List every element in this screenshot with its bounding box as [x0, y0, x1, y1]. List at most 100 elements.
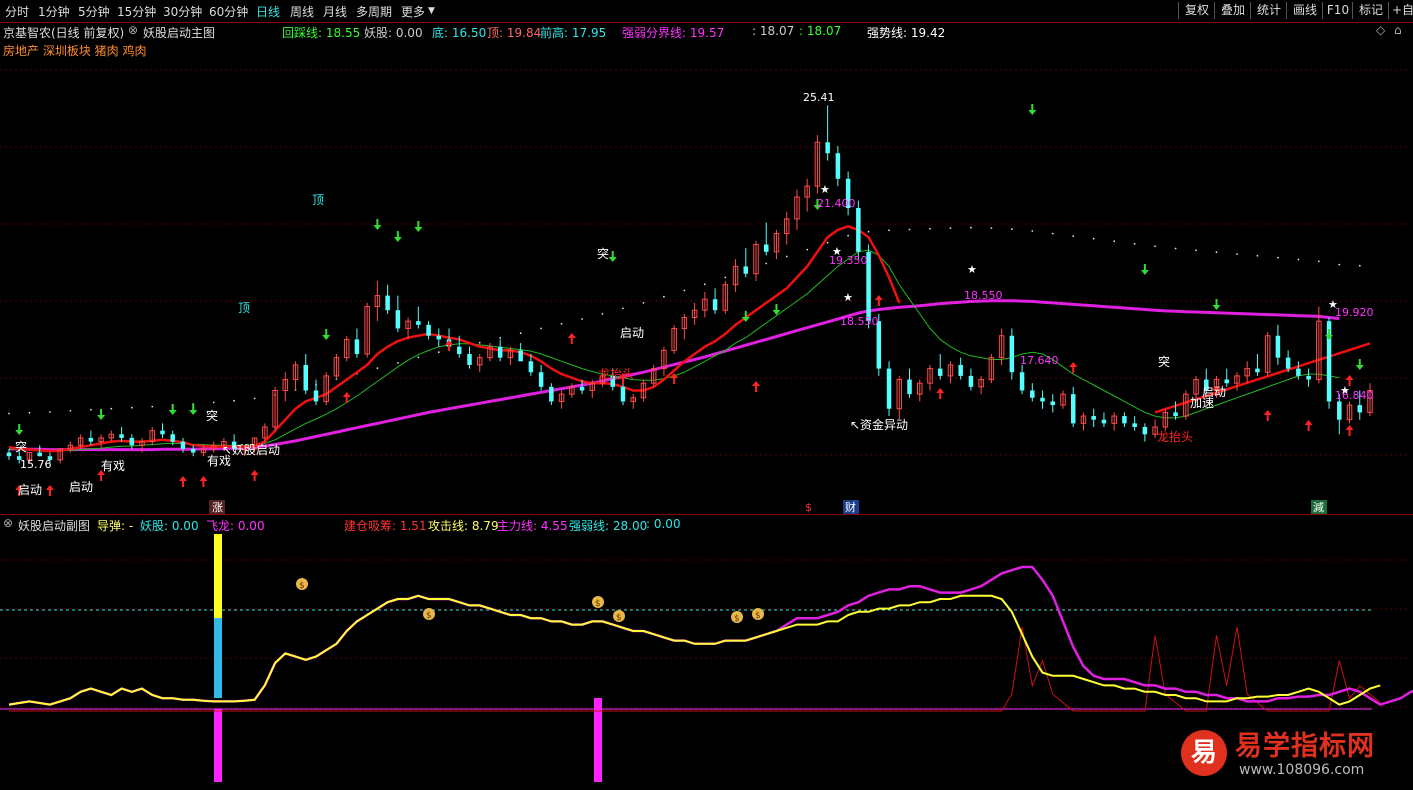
candle-body-down — [1019, 372, 1025, 391]
candle-body-down — [1326, 321, 1332, 402]
strength-dot — [110, 407, 113, 410]
star-marker-icon: ★ — [967, 263, 977, 276]
strength-dot — [151, 405, 154, 408]
strength-dot — [929, 227, 931, 230]
draw-line-button[interactable]: 画线 — [1286, 2, 1323, 19]
period-tab-30min[interactable]: 30分钟 — [163, 3, 202, 20]
candle-body-up — [487, 346, 493, 359]
candle-body-up — [661, 349, 667, 370]
concept-tags: 房地产 深圳板块 猪肉 鸡肉 — [3, 44, 147, 58]
strength-dot — [744, 269, 747, 272]
main-indicator-name[interactable]: 妖股启动主图 — [143, 24, 215, 41]
buy-arrow-icon — [178, 476, 187, 487]
period-tab-60min[interactable]: 60分钟 — [209, 3, 248, 20]
period-tab-intraday[interactable]: 分时 — [5, 3, 29, 20]
strength-dot — [1113, 240, 1116, 243]
annotation-top-2: 顶 — [238, 301, 250, 315]
add-watchlist-button[interactable]: +自选 — [1388, 2, 1413, 19]
candle-body-up — [405, 320, 411, 329]
strength-dot — [949, 227, 952, 230]
strength-dot — [601, 313, 604, 315]
more-dropdown-icon[interactable]: ▼ — [428, 6, 435, 16]
candle-body-down — [712, 299, 718, 311]
candle-body-up — [1367, 390, 1373, 413]
candle-body-down — [16, 456, 22, 460]
strength-dot — [1154, 245, 1156, 248]
main-panel-collapse-icon[interactable]: ⌂ — [1394, 23, 1402, 37]
candle-body-down — [436, 335, 442, 340]
candle-body-down — [528, 361, 534, 373]
candle-body-down — [395, 310, 401, 329]
candle-body-up — [98, 437, 104, 443]
candle-body-down — [866, 251, 871, 322]
overlay-button[interactable]: 叠加 — [1214, 2, 1251, 19]
stock-title: 京基智农(日线 前复权) — [3, 26, 125, 40]
strength-dot — [1358, 264, 1361, 267]
period-tab-monthly[interactable]: 月线 — [323, 3, 347, 20]
sub-indicator-toggle-icon[interactable]: ⊗ — [3, 516, 13, 530]
period-tab-15min[interactable]: 15分钟 — [117, 3, 156, 20]
period-tab-weekly[interactable]: 周线 — [290, 3, 314, 20]
star-marker-icon: ★ — [820, 183, 830, 196]
period-tab-1min[interactable]: 1分钟 — [38, 3, 70, 20]
candle-body-down — [1255, 368, 1260, 373]
strength-dot — [540, 327, 542, 330]
annotation-dragon-1: 龙抬头 — [598, 367, 634, 381]
candle-body-down — [180, 441, 186, 449]
candle-body-up — [1060, 393, 1066, 406]
annotation-break-2: 突 — [206, 408, 218, 423]
candle-body-up — [1234, 375, 1240, 384]
candle-body-down — [825, 142, 830, 154]
site-watermark: 易 易学指标网 www.108096.com — [1175, 718, 1413, 790]
candle-body-up — [988, 357, 995, 381]
period-tab-multi[interactable]: 多周期 — [356, 3, 392, 20]
candle-body-down — [129, 437, 135, 446]
sell-arrow-icon — [608, 251, 617, 262]
candle-body-down — [743, 266, 749, 274]
annotation-break-3: 突 — [597, 246, 609, 261]
annotation-accelerate: 加速 — [1190, 396, 1214, 410]
strength-dot — [28, 411, 31, 414]
strength-dot — [90, 408, 92, 411]
sub-item-6: 强弱线: 28.00 — [569, 519, 648, 533]
candle-body-up — [1111, 415, 1117, 424]
sub-indicator-name[interactable]: 妖股启动副图 — [18, 517, 90, 534]
sell-arrow-icon — [813, 199, 822, 210]
candle-body-down — [88, 437, 94, 442]
kline-chart[interactable]: 25.41 15.76 21.400 19.350 18.550 18.550 17.640… — [0, 0, 1413, 790]
candle-body-down — [37, 452, 42, 457]
statistics-button[interactable]: 统计 — [1250, 2, 1287, 19]
candle-body-up — [108, 433, 115, 439]
strength-dot — [1133, 242, 1136, 245]
candle-body-down — [538, 372, 544, 387]
period-tab-more[interactable]: 更多 — [401, 3, 425, 20]
mark-button[interactable]: 标记 — [1352, 2, 1389, 19]
strength-dot — [1317, 260, 1320, 263]
trend-line-a-shadow — [9, 226, 899, 451]
sell-arrow-icon — [741, 311, 750, 322]
money-bag-sign: $ — [755, 611, 761, 621]
candle-body-down — [354, 339, 360, 354]
candle-body-up — [916, 382, 923, 395]
strength-dot — [499, 337, 502, 339]
money-bag-icon — [752, 608, 764, 620]
strength-dot — [274, 394, 276, 396]
annotation-start-4: 启动 — [1202, 385, 1226, 399]
strength-dot — [990, 227, 993, 230]
candle-body-up — [282, 379, 289, 391]
period-tab-5min[interactable]: 5分钟 — [78, 3, 110, 20]
main-indicator-toggle-icon[interactable]: ⊗ — [128, 23, 138, 37]
candle-body-up — [26, 452, 33, 461]
sell-arrow-icon — [1355, 359, 1364, 370]
restore-right-button[interactable]: 复权 — [1178, 2, 1215, 19]
candle-body-up — [1152, 426, 1158, 435]
main-item-2: 底: 16.50 — [432, 26, 487, 40]
period-tab-daily[interactable]: 日线 — [256, 3, 280, 20]
price-label-5: 18.550 — [964, 289, 1003, 302]
trend-line-a — [8, 224, 901, 453]
money-bag-icon — [613, 610, 625, 622]
main-panel-diamond-icon[interactable]: ◇ — [1376, 23, 1385, 37]
dollar-marker: $ — [805, 501, 812, 514]
strength-dot — [1215, 251, 1218, 254]
f10-button[interactable]: F10 — [1322, 2, 1353, 19]
